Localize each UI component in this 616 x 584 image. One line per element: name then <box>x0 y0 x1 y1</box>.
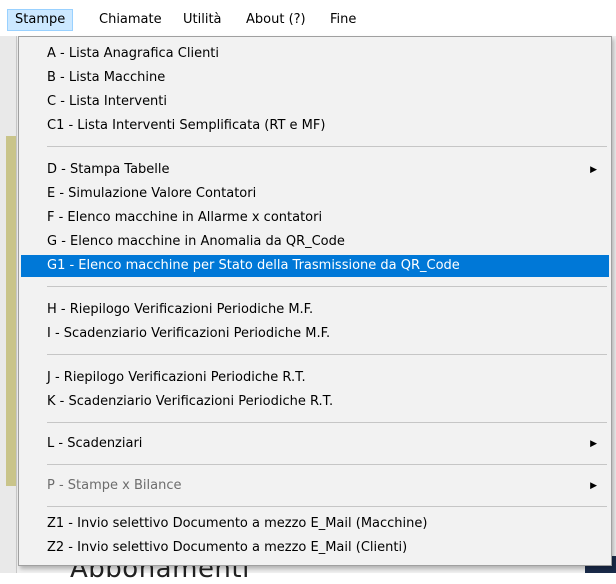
menu-item-label: Z1 - Invio selettivo Documento a mezzo E… <box>47 516 428 531</box>
submenu-arrow-icon: ▶ <box>590 481 597 491</box>
submenu-arrow-icon: ▶ <box>590 165 597 175</box>
menu-item-label: B - Lista Macchine <box>47 70 166 85</box>
menu-separator <box>47 422 607 423</box>
menu-item-label: H - Riepilogo Verificazioni Periodiche M… <box>47 302 314 317</box>
menu-separator <box>47 354 607 355</box>
menu-item-label: P - Stampe x Bilance <box>47 478 182 493</box>
menu-item-e-simulazione-valore-contatori[interactable]: E - Simulazione Valore Contatori <box>21 183 609 205</box>
menubar: Stampe Chiamate Utilità About (?) Fine <box>0 0 616 36</box>
menu-separator <box>47 286 607 287</box>
menu-item-label: F - Elenco macchine in Allarme x contato… <box>47 210 323 225</box>
menu-item-h-riepilogo-verificazioni-mf[interactable]: H - Riepilogo Verificazioni Periodiche M… <box>21 299 609 321</box>
menu-separator <box>47 146 607 147</box>
menu-item-label: C - Lista Interventi <box>47 94 168 109</box>
background-panel-strip <box>6 136 16 486</box>
menu-item-f-elenco-allarme-contatori[interactable]: F - Elenco macchine in Allarme x contato… <box>21 207 609 229</box>
menu-item-c-lista-interventi[interactable]: C - Lista Interventi <box>21 91 609 113</box>
menu-item-j-riepilogo-verificazioni-rt[interactable]: J - Riepilogo Verificazioni Periodiche R… <box>21 367 609 389</box>
menu-stampe[interactable]: Stampe <box>7 9 74 31</box>
menu-separator <box>47 506 607 507</box>
menu-item-k-scadenziario-verificazioni-rt[interactable]: K - Scadenziario Verificazioni Periodich… <box>21 391 609 413</box>
menu-item-label: Z2 - Invio selettivo Documento a mezzo E… <box>47 540 408 555</box>
menu-item-b-lista-macchine[interactable]: B - Lista Macchine <box>21 67 609 89</box>
menu-item-z1-invio-email-macchine[interactable]: Z1 - Invio selettivo Documento a mezzo E… <box>21 513 609 535</box>
menu-item-label: D - Stampa Tabelle <box>47 162 170 177</box>
menu-item-label: G - Elenco macchine in Anomalia da QR_Co… <box>47 234 345 249</box>
menu-item-d-stampa-tabelle[interactable]: D - Stampa Tabelle ▶ <box>21 159 609 181</box>
menu-item-l-scadenziari[interactable]: L - Scadenziari ▶ <box>21 433 609 455</box>
menu-item-label: I - Scadenziario Verificazioni Periodich… <box>47 326 331 341</box>
menu-fine[interactable]: Fine <box>323 10 363 30</box>
menu-item-g-elenco-anomalia-qr-code[interactable]: G - Elenco macchine in Anomalia da QR_Co… <box>21 231 609 253</box>
menu-item-z2-invio-email-clienti[interactable]: Z2 - Invio selettivo Documento a mezzo E… <box>21 537 609 559</box>
menu-item-label: L - Scadenziari <box>47 436 143 451</box>
menu-item-a-lista-anagrafica-clienti[interactable]: A - Lista Anagrafica Clienti <box>21 43 609 65</box>
menu-item-p-stampe-bilance[interactable]: P - Stampe x Bilance ▶ <box>21 475 609 497</box>
menu-item-i-scadenziario-verificazioni-mf[interactable]: I - Scadenziario Verificazioni Periodich… <box>21 323 609 345</box>
menu-item-label: E - Simulazione Valore Contatori <box>47 186 257 201</box>
menu-item-c1-lista-interventi-semplificata[interactable]: C1 - Lista Interventi Semplificata (RT e… <box>21 115 609 137</box>
stampe-dropdown-menu: A - Lista Anagrafica Clienti B - Lista M… <box>18 36 612 566</box>
menu-about[interactable]: About (?) <box>239 10 313 30</box>
menu-item-label: K - Scadenziario Verificazioni Periodich… <box>47 394 334 409</box>
menu-item-label: A - Lista Anagrafica Clienti <box>47 46 220 61</box>
menu-item-g1-stato-trasmissione-qr-code[interactable]: G1 - Elenco macchine per Stato della Tra… <box>21 255 609 277</box>
menu-utilita[interactable]: Utilità <box>176 10 229 30</box>
menu-item-label: C1 - Lista Interventi Semplificata (RT e… <box>47 118 326 133</box>
menu-separator <box>47 464 607 465</box>
menu-item-label: G1 - Elenco macchine per Stato della Tra… <box>47 258 460 273</box>
menu-chiamate[interactable]: Chiamate <box>92 10 169 30</box>
menu-item-label: J - Riepilogo Verificazioni Periodiche R… <box>47 370 306 385</box>
submenu-arrow-icon: ▶ <box>590 439 597 449</box>
